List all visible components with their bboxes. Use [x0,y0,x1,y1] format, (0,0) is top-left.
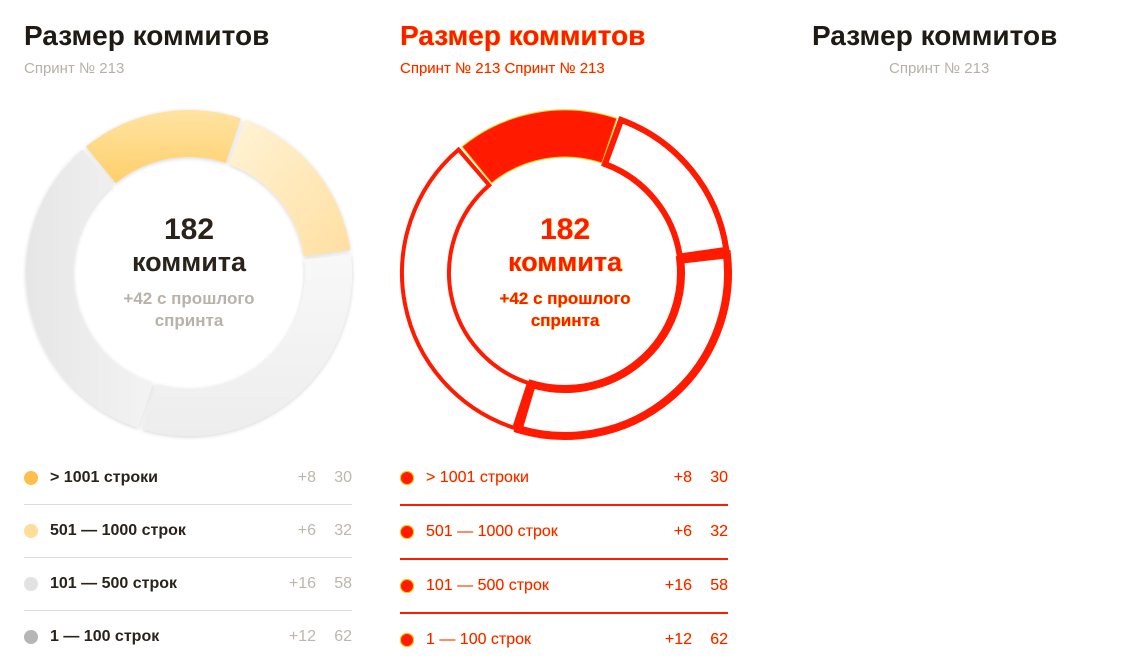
commits-delta: +42 с прошлого спринта [123,289,255,330]
widget-title: Размер коммитов [812,20,1058,51]
legend-dot-icon [400,471,414,485]
legend-delta: +8 [673,469,692,486]
legend-delta: +6 [297,522,316,539]
sprint-subtitle: Спринт № 213 [24,60,125,77]
donut-center: 182 коммита +42 с прошлого спринта [24,108,354,438]
total-commits-unit: коммита [507,247,623,277]
legend-value: 58 [334,575,352,592]
commit-size-widget-diff: Размер коммитов Спринт № 213 Спринт № 21… [400,0,732,668]
legend-item[interactable]: 101 — 500 строк +16 58 [24,558,352,611]
legend-item[interactable]: 1 — 100 строк +12 62 [400,614,728,666]
donut-chart-diff: 182 коммита +42 с прошлого спринта [400,108,732,440]
legend: > 1001 строки +8 30 501 — 1000 строк +6 … [400,452,728,666]
legend-dot-icon [400,633,414,647]
legend-value: 30 [710,469,728,486]
legend-label: > 1001 строки [426,469,529,486]
total-commits-count: 182 [539,213,591,246]
legend-dot-icon [24,524,38,538]
legend-item[interactable]: 101 — 500 строк +16 58 [400,560,728,614]
total-commits-unit: коммита [131,247,247,277]
legend: > 1001 строки +8 30 501 — 1000 строк +6 … [24,452,352,663]
widget-title: Размер коммитов [400,20,646,51]
legend-value: 32 [710,523,728,540]
legend-delta: +16 [288,575,316,592]
legend-value: 62 [334,628,352,645]
legend-label: 501 — 1000 строк [426,523,558,540]
legend-dot-icon [24,577,38,591]
legend-value: 58 [710,577,728,594]
legend-item[interactable]: > 1001 строки +8 30 [24,452,352,505]
total-commits-count: 182 [163,213,215,246]
legend-delta: +6 [673,523,692,540]
legend-label: 1 — 100 строк [50,628,160,645]
commits-delta: +42 с прошлого спринта [499,289,631,330]
legend-label: 101 — 500 строк [426,577,549,594]
legend-dot-icon [400,579,414,593]
legend-value: 62 [710,631,728,648]
legend-item[interactable]: > 1001 строки +8 30 [400,452,728,506]
donut-chart: 182 коммита +42 с прошлого спринта [24,108,354,438]
commit-size-widget-empty: Размер коммитов Спринт № 213 [812,0,1092,668]
donut-center: 182 коммита +42 с прошлого спринта [400,108,730,438]
legend-item[interactable]: 501 — 1000 строк +6 32 [400,506,728,560]
legend-label: 501 — 1000 строк [50,522,186,539]
page: Размер коммитов Спринт № 213 182 коммита… [0,0,1128,668]
legend-dot-icon [400,525,414,539]
legend-dot-icon [24,471,38,485]
legend-delta: +16 [664,577,692,594]
legend-label: 101 — 500 строк [50,575,178,592]
legend-delta: +12 [288,628,316,645]
legend-item[interactable]: 501 — 1000 строк +6 32 [24,505,352,558]
legend-label: 1 — 100 строк [426,631,532,648]
sprint-subtitle: Спринт № 213 Спринт № 213 [400,60,605,77]
legend-value: 30 [334,469,352,486]
legend-item[interactable]: 1 — 100 строк +12 62 [24,611,352,663]
sprint-subtitle: Спринт № 213 [889,60,990,77]
widget-title: Размер коммитов [24,20,270,51]
legend-label: > 1001 строки [50,469,158,486]
legend-delta: +12 [664,631,692,648]
legend-dot-icon [24,630,38,644]
legend-delta: +8 [297,469,316,486]
legend-value: 32 [334,522,352,539]
commit-size-widget-original: Размер коммитов Спринт № 213 182 коммита… [24,0,354,668]
